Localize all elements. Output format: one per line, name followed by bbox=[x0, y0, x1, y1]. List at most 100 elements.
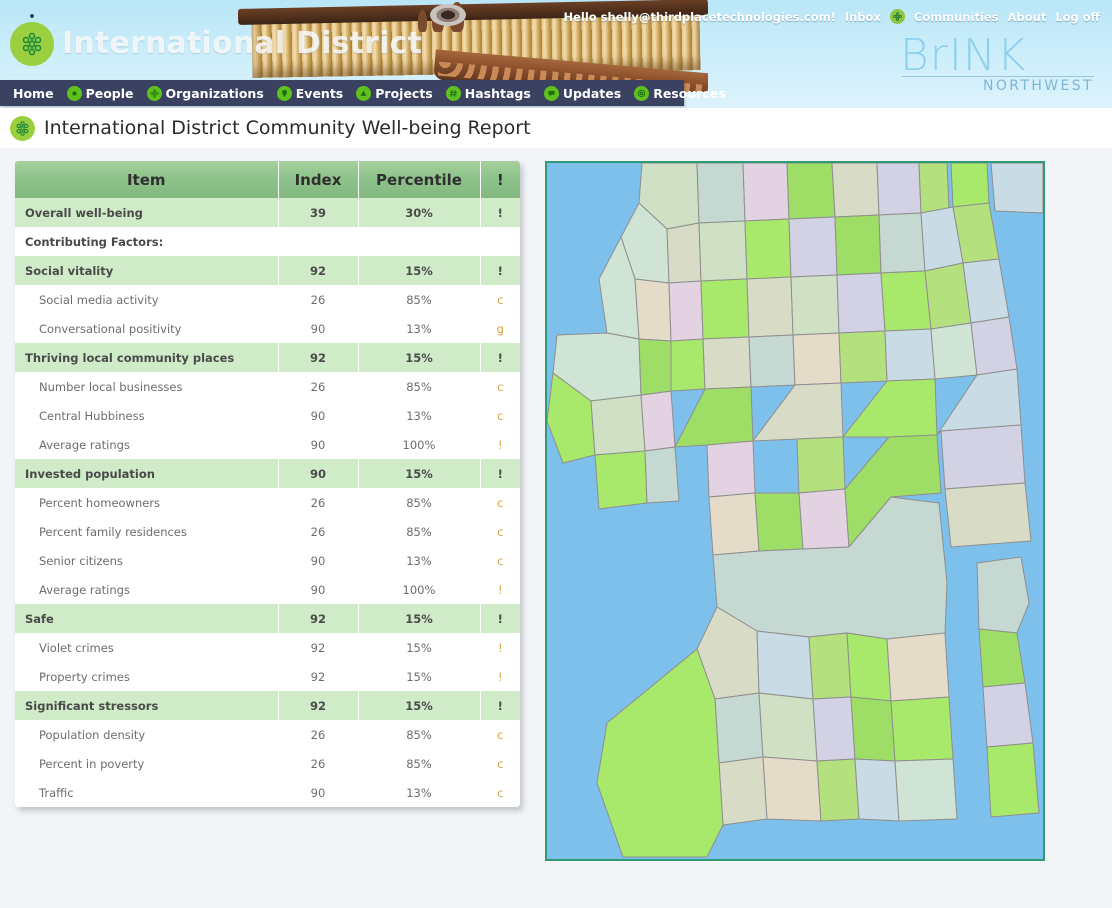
map-region[interactable] bbox=[748, 334, 796, 388]
map-region[interactable] bbox=[970, 316, 1018, 376]
map-region[interactable] bbox=[944, 482, 1032, 548]
table-row[interactable]: Average ratings 90 100%! bbox=[15, 575, 520, 604]
map-region[interactable] bbox=[838, 330, 888, 384]
map-region[interactable] bbox=[876, 163, 922, 216]
map-region[interactable] bbox=[808, 632, 852, 700]
map-region[interactable] bbox=[744, 218, 792, 280]
column-header-flag[interactable]: ! bbox=[480, 161, 520, 198]
inbox-link[interactable]: Inbox bbox=[845, 10, 881, 24]
map-region[interactable] bbox=[940, 424, 1026, 490]
table-row[interactable]: Average ratings 90 100%! bbox=[15, 430, 520, 459]
map-region[interactable] bbox=[886, 632, 950, 702]
map-region[interactable] bbox=[976, 556, 1030, 634]
map-region[interactable] bbox=[880, 270, 932, 332]
menu-item-projects[interactable]: Projects bbox=[356, 85, 433, 101]
map-region[interactable] bbox=[790, 274, 840, 336]
map-region[interactable] bbox=[718, 756, 768, 826]
table-row[interactable]: Traffic 90 13% c bbox=[15, 778, 520, 807]
map-region[interactable] bbox=[890, 696, 954, 762]
map-region[interactable] bbox=[634, 278, 672, 342]
map-region[interactable] bbox=[714, 692, 764, 764]
map-region[interactable] bbox=[978, 628, 1026, 688]
menu-item-hashtags[interactable]: Hashtags bbox=[445, 85, 531, 101]
table-row[interactable]: Senior citizens 90 13% c bbox=[15, 546, 520, 575]
table-row[interactable]: Percent family residences 26 85% c bbox=[15, 517, 520, 546]
map-region[interactable] bbox=[884, 328, 936, 382]
map-region[interactable] bbox=[754, 492, 804, 552]
map-region[interactable] bbox=[702, 336, 752, 390]
table-row[interactable]: Conversational positivity 90 13% g bbox=[15, 314, 520, 343]
map-region[interactable] bbox=[812, 696, 856, 762]
map-region[interactable] bbox=[836, 272, 886, 334]
table-row[interactable]: Percent homeowners 26 85% c bbox=[15, 488, 520, 517]
table-row[interactable]: Social media activity 26 85% c bbox=[15, 285, 520, 314]
map-region[interactable] bbox=[762, 756, 822, 822]
map-region[interactable] bbox=[698, 220, 748, 282]
column-header-percentile[interactable]: Percentile bbox=[358, 161, 481, 198]
seattle-neighborhood-map[interactable] bbox=[545, 161, 1045, 861]
menu-item-home[interactable]: Home bbox=[13, 86, 54, 101]
map-region[interactable] bbox=[640, 390, 676, 452]
communities-link[interactable]: Communities bbox=[914, 10, 999, 24]
map-region[interactable] bbox=[742, 163, 790, 222]
table-row[interactable]: Overall well-being 39 30%! bbox=[15, 198, 520, 227]
cell-item: Significant stressors bbox=[15, 691, 279, 720]
communities-icon[interactable] bbox=[889, 9, 905, 24]
map-region[interactable] bbox=[758, 692, 818, 762]
map-region[interactable] bbox=[950, 163, 990, 208]
table-row[interactable]: Population density 26 85% c bbox=[15, 720, 520, 749]
menu-item-events[interactable]: Events bbox=[276, 85, 343, 101]
map-region[interactable] bbox=[756, 630, 814, 700]
logoff-link[interactable]: Log off bbox=[1055, 10, 1100, 24]
menu-item-resources[interactable]: Resources bbox=[634, 85, 726, 101]
map-region[interactable] bbox=[918, 163, 950, 214]
map-region[interactable] bbox=[590, 394, 646, 456]
map-region[interactable] bbox=[990, 163, 1043, 214]
column-header-index[interactable]: Index bbox=[278, 161, 359, 198]
table-row[interactable]: Significant stressors 92 15%! bbox=[15, 691, 520, 720]
map-region[interactable] bbox=[982, 682, 1034, 748]
menu-item-organizations[interactable]: Organizations bbox=[146, 85, 264, 101]
table-row[interactable]: Percent in poverty 26 85% c bbox=[15, 749, 520, 778]
column-header-item[interactable]: Item bbox=[15, 161, 279, 198]
table-row[interactable]: Property crimes 92 15%! bbox=[15, 662, 520, 691]
table-row[interactable]: Invested population 90 15%! bbox=[15, 459, 520, 488]
map-region[interactable] bbox=[930, 322, 978, 380]
map-region[interactable] bbox=[894, 758, 958, 822]
table-row[interactable]: Safe 92 15%! bbox=[15, 604, 520, 633]
map-region[interactable] bbox=[834, 214, 882, 276]
table-row[interactable]: Central Hubbiness 90 13% c bbox=[15, 401, 520, 430]
map-region[interactable] bbox=[746, 276, 794, 338]
about-link[interactable]: About bbox=[1008, 10, 1047, 24]
table-row[interactable]: Number local businesses 26 85% c bbox=[15, 372, 520, 401]
table-row[interactable]: Violet crimes 92 15%! bbox=[15, 633, 520, 662]
map-region[interactable] bbox=[850, 696, 896, 762]
table-row[interactable]: Contributing Factors: bbox=[15, 227, 520, 256]
menu-item-people[interactable]: People bbox=[66, 85, 134, 101]
table-row[interactable]: Thriving local community places 92 15%! bbox=[15, 343, 520, 372]
map-region[interactable] bbox=[668, 280, 704, 342]
map-region[interactable] bbox=[638, 338, 672, 396]
map-region[interactable] bbox=[854, 758, 900, 822]
map-region[interactable] bbox=[670, 338, 706, 392]
map-region[interactable] bbox=[831, 163, 880, 218]
map-region[interactable] bbox=[796, 436, 846, 494]
map-region[interactable] bbox=[708, 492, 760, 556]
map-region[interactable] bbox=[846, 632, 892, 702]
map-region[interactable] bbox=[786, 163, 836, 220]
map-region[interactable] bbox=[798, 488, 850, 550]
map-region[interactable] bbox=[696, 163, 746, 224]
map-region[interactable] bbox=[816, 758, 860, 822]
map-region[interactable] bbox=[594, 450, 648, 510]
map-region[interactable] bbox=[644, 446, 680, 504]
site-logo-icon[interactable] bbox=[10, 22, 54, 66]
map-region[interactable] bbox=[666, 222, 702, 284]
table-row[interactable]: Social vitality 92 15%! bbox=[15, 256, 520, 285]
map-region[interactable] bbox=[878, 212, 926, 274]
map-region[interactable] bbox=[700, 278, 750, 340]
map-region[interactable] bbox=[986, 742, 1040, 818]
map-region[interactable] bbox=[706, 440, 756, 498]
menu-item-updates[interactable]: Updates bbox=[543, 85, 621, 101]
map-region[interactable] bbox=[788, 216, 838, 278]
map-region[interactable] bbox=[792, 332, 842, 386]
